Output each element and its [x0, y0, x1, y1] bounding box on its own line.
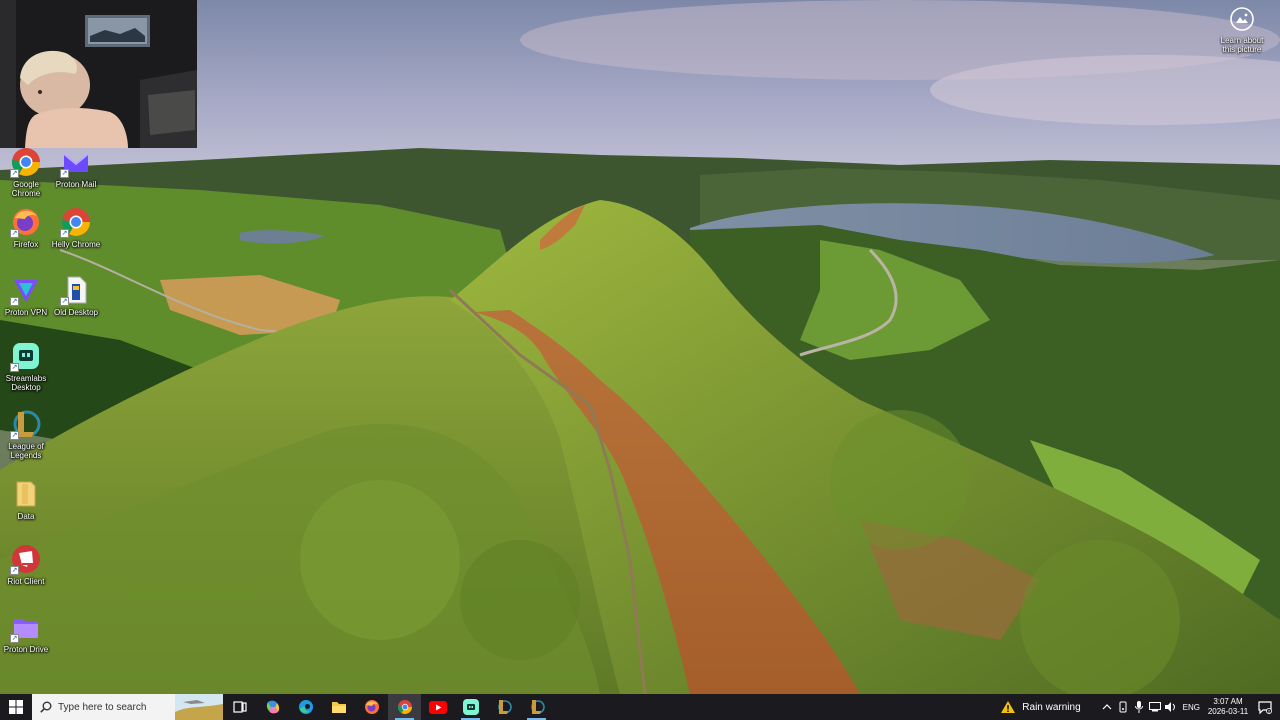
search-icon — [40, 701, 52, 713]
folder-icon — [10, 478, 42, 510]
chrome-icon: ↗ — [60, 206, 92, 238]
riot-icon: ↗ — [10, 543, 42, 575]
clock-time: 3:07 AM — [1213, 697, 1243, 706]
system-tray: Rain warning ENG 3:07 AM 2026-03-11 2 — [1000, 694, 1280, 720]
show-hidden-icons-button[interactable] — [1099, 694, 1115, 720]
youtube-icon — [428, 700, 447, 714]
learn-about-picture-label: Learn about this picture — [1220, 36, 1264, 54]
microphone-icon — [1134, 701, 1143, 713]
chrome-icon — [397, 700, 412, 714]
search-highlight-image — [175, 694, 223, 720]
league-icon — [497, 700, 512, 714]
firefox-icon: ↗ — [10, 206, 42, 238]
desktop-icon-label: Helly Chrome — [51, 240, 101, 249]
camera-icon — [1229, 6, 1255, 32]
desktop-icon-label: Google Chrome — [11, 180, 41, 198]
streamlabs-icon: ↗ — [10, 340, 42, 372]
desktop-icon-label: Streamlabs Desktop — [5, 374, 47, 392]
chrome-icon: ↗ — [10, 146, 42, 178]
taskbar: Type here to search Rain warning ENG 3:0… — [0, 694, 1280, 720]
taskbar-league-client[interactable] — [520, 694, 553, 720]
desktop-icon-label: Old Desktop — [53, 308, 99, 317]
copilot-icon — [266, 700, 279, 714]
desktop-icon-data[interactable]: Data — [0, 478, 52, 521]
desktop-icon-label: Proton Mail — [55, 180, 97, 189]
desktop-icon-streamlabs[interactable]: ↗ Streamlabs Desktop — [0, 340, 52, 392]
taskbar-edge[interactable] — [289, 694, 322, 720]
desktop-icon-label: Proton Drive — [3, 645, 49, 654]
warning-icon — [1001, 701, 1016, 713]
desktop-icon-proton-mail[interactable]: ↗ Proton Mail — [50, 146, 102, 189]
taskbar-firefox[interactable] — [355, 694, 388, 720]
desktop-icon-riot-client[interactable]: ↗ Riot Client — [0, 543, 52, 586]
taskbar-copilot[interactable] — [256, 694, 289, 720]
usb-icon — [1119, 701, 1127, 713]
league-icon — [530, 700, 545, 714]
desktop-icon-label: Data — [17, 512, 35, 521]
desktop-icon-old-desktop[interactable]: ↗ Old Desktop — [50, 274, 102, 317]
task-view-icon — [232, 701, 247, 713]
edge-icon — [298, 700, 313, 714]
desktop-icon-label: Firefox — [13, 240, 39, 249]
proton-mail-icon: ↗ — [60, 146, 92, 178]
webcam-overlay — [0, 0, 197, 148]
proton-drive-icon: ↗ — [10, 611, 42, 643]
firefox-icon — [364, 700, 379, 714]
desktop-icon-helium-chrome[interactable]: ↗ Helly Chrome — [50, 206, 102, 249]
desktop-icon-league[interactable]: ↗ League of Legends — [0, 408, 52, 460]
weather-text: Rain warning — [1022, 701, 1081, 713]
tray-network[interactable] — [1147, 694, 1163, 720]
weather-widget[interactable]: Rain warning — [1000, 700, 1081, 714]
taskbar-file-explorer[interactable] — [322, 694, 355, 720]
league-icon: ↗ — [10, 408, 42, 440]
document-icon: ↗ — [60, 274, 92, 306]
desktop-icon-google-chrome[interactable]: ↗ Google Chrome — [0, 146, 52, 198]
taskbar-youtube[interactable] — [421, 694, 454, 720]
tray-microphone[interactable] — [1131, 694, 1147, 720]
taskbar-streamlabs[interactable] — [454, 694, 487, 720]
proton-vpn-icon: ↗ — [10, 274, 42, 306]
streamlabs-icon — [462, 699, 479, 715]
notification-center-button[interactable]: 2 — [1250, 694, 1280, 720]
file-explorer-icon — [331, 702, 346, 713]
volume-icon — [1164, 702, 1175, 712]
taskbar-league[interactable] — [487, 694, 520, 720]
desktop-icon-proton-drive[interactable]: ↗ Proton Drive — [0, 611, 52, 654]
clock[interactable]: 3:07 AM 2026-03-11 — [1206, 697, 1250, 717]
start-button[interactable] — [0, 694, 32, 720]
desktop-icon-proton-vpn[interactable]: ↗ Proton VPN — [0, 274, 52, 317]
chevron-up-icon — [1102, 704, 1112, 710]
windows-icon — [9, 700, 23, 714]
search-placeholder: Type here to search — [58, 701, 147, 713]
learn-about-picture-button[interactable]: Learn about this picture — [1214, 6, 1270, 54]
notification-icon: 2 — [1258, 700, 1272, 714]
desktop-icon-label: League of Legends — [8, 442, 44, 460]
language-indicator[interactable]: ENG — [1183, 703, 1200, 712]
network-icon — [1148, 702, 1161, 712]
desktop-icon-label: Riot Client — [7, 577, 45, 586]
tray-device-icon[interactable] — [1115, 694, 1131, 720]
desktop-icon-firefox[interactable]: ↗ Firefox — [0, 206, 52, 249]
taskbar-task-view[interactable] — [223, 694, 256, 720]
taskbar-search-box[interactable]: Type here to search — [32, 694, 223, 720]
tray-volume[interactable] — [1163, 694, 1179, 720]
clock-date: 2026-03-11 — [1207, 707, 1249, 716]
taskbar-chrome[interactable] — [388, 694, 421, 720]
desktop-icon-label: Proton VPN — [4, 308, 48, 317]
